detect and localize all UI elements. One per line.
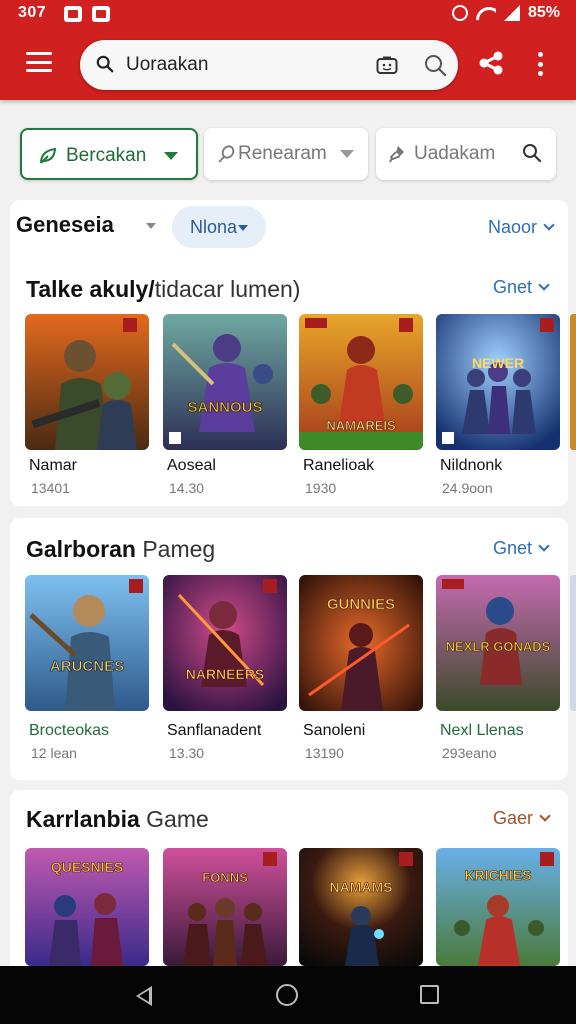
chevron-down-icon xyxy=(543,219,555,231)
genre-dropdown-label[interactable]: Geneseia xyxy=(16,212,114,238)
sword-icon xyxy=(389,146,404,163)
game-title: Sanflanadent xyxy=(167,722,262,739)
game-art: NEXLR GONADS xyxy=(436,575,560,711)
game-meta: 293eano xyxy=(442,745,497,761)
leaf-icon xyxy=(40,147,57,164)
section-title: Talke akuly/tidacar lumen) xyxy=(26,276,301,302)
svg-text:ARUCNES: ARUCNES xyxy=(50,658,124,675)
game-title: Ranelioak xyxy=(303,457,375,474)
svg-text:KRICHIES: KRICHIES xyxy=(465,867,532,883)
game-art xyxy=(25,314,149,450)
game-art: QUESNIES xyxy=(25,848,149,966)
game-meta: 12 lean xyxy=(31,745,77,761)
chevron-down-icon xyxy=(538,540,550,552)
game-art: ARUCNES xyxy=(25,575,149,711)
game-meta: 14.30 xyxy=(169,480,205,496)
svg-text:NAMAMS: NAMAMS xyxy=(330,879,393,895)
share-icon[interactable] xyxy=(478,50,504,76)
search-icon xyxy=(96,55,114,73)
game-art: FONNS xyxy=(163,848,287,966)
photo-notification-icon xyxy=(64,6,82,22)
chevron-down-icon xyxy=(539,810,551,822)
game-art: NARNEERS xyxy=(163,575,287,711)
game-meta: 13190 xyxy=(305,745,344,761)
svg-text:NARNEERS: NARNEERS xyxy=(186,666,265,682)
chevron-down-icon xyxy=(146,223,156,229)
search-bar[interactable]: Uoraakan xyxy=(80,40,458,90)
message-notification-icon xyxy=(92,6,110,22)
recent-apps-icon[interactable] xyxy=(420,985,439,1004)
next-game-peek xyxy=(570,314,576,450)
wifi-icon xyxy=(476,5,496,21)
system-nav-bar xyxy=(0,966,576,1024)
chevron-down-icon xyxy=(238,225,248,231)
game-art: SANNOUS xyxy=(163,314,287,450)
see-more-link[interactable]: Gaer xyxy=(493,808,551,829)
search-input[interactable]: Uoraakan xyxy=(126,54,208,76)
svg-text:SANNOUS: SANNOUS xyxy=(187,399,262,416)
see-more-link[interactable]: Naoor xyxy=(488,217,555,238)
more-options-icon[interactable] xyxy=(536,52,544,76)
pill-label: Nlona xyxy=(190,217,238,237)
signal-icon xyxy=(503,5,520,21)
pen-icon xyxy=(218,145,235,163)
search-icon[interactable] xyxy=(522,143,542,163)
back-icon[interactable] xyxy=(136,986,152,1006)
home-icon[interactable] xyxy=(276,984,298,1006)
game-meta: 24.9oon xyxy=(442,480,493,496)
filter-chip-label: Renearam xyxy=(238,143,327,164)
svg-text:FONNS: FONNS xyxy=(202,870,248,885)
genre-filter-pill[interactable]: Nlona xyxy=(172,206,266,248)
status-bar: 307 85% xyxy=(0,0,576,28)
game-title: Brocteokas xyxy=(29,722,110,739)
game-title: Namar xyxy=(29,457,78,474)
filter-chip-3[interactable]: Uadakam xyxy=(376,128,556,180)
section-title: Galrboran Pameg xyxy=(26,536,216,562)
game-title: Nildnonk xyxy=(440,457,503,474)
game-title: Aoseal xyxy=(167,457,216,474)
filter-chip-2[interactable]: Renearam xyxy=(204,128,368,180)
search-submit-icon[interactable] xyxy=(423,53,447,77)
game-art: NAMAMS xyxy=(299,848,423,966)
camera-icon[interactable] xyxy=(376,55,398,75)
see-more-link[interactable]: Gnet xyxy=(493,277,550,298)
game-title: Nexl Llenas xyxy=(440,722,524,739)
game-art: NEWER xyxy=(436,314,560,450)
game-art: NAMAREIS xyxy=(299,314,423,450)
chevron-down-icon xyxy=(340,150,354,158)
status-time: 307 xyxy=(18,4,47,21)
svg-text:NEWER: NEWER xyxy=(472,355,524,371)
game-title: Sanoleni xyxy=(303,722,366,739)
see-more-link[interactable]: Gnet xyxy=(493,538,550,559)
game-meta: 1930 xyxy=(305,480,337,496)
filter-chip-label: Bercakan xyxy=(66,145,147,166)
next-game-peek xyxy=(570,575,576,711)
battery-percent: 85% xyxy=(527,4,560,21)
svg-text:QUESNIES: QUESNIES xyxy=(51,859,123,875)
svg-text:GUNNIES: GUNNIES xyxy=(327,596,395,613)
svg-text:NEXLR GONADS: NEXLR GONADS xyxy=(446,639,551,654)
chevron-down-icon xyxy=(164,152,178,160)
game-art: GUNNIES xyxy=(299,575,423,711)
game-meta: 13.30 xyxy=(169,745,205,761)
app-header: 307 85% Uoraakan xyxy=(0,0,576,100)
filter-chip-label: Uadakam xyxy=(414,143,496,164)
filter-chip-1[interactable]: Bercakan xyxy=(20,128,198,180)
section-title: Karrlanbia Game xyxy=(26,806,209,832)
chevron-down-icon xyxy=(538,279,550,291)
game-art: KRICHIES xyxy=(436,848,560,966)
svg-text:NAMAREIS: NAMAREIS xyxy=(326,418,396,433)
menu-icon[interactable] xyxy=(26,52,52,72)
game-meta: 13401 xyxy=(31,480,70,496)
alarm-icon xyxy=(451,5,468,21)
